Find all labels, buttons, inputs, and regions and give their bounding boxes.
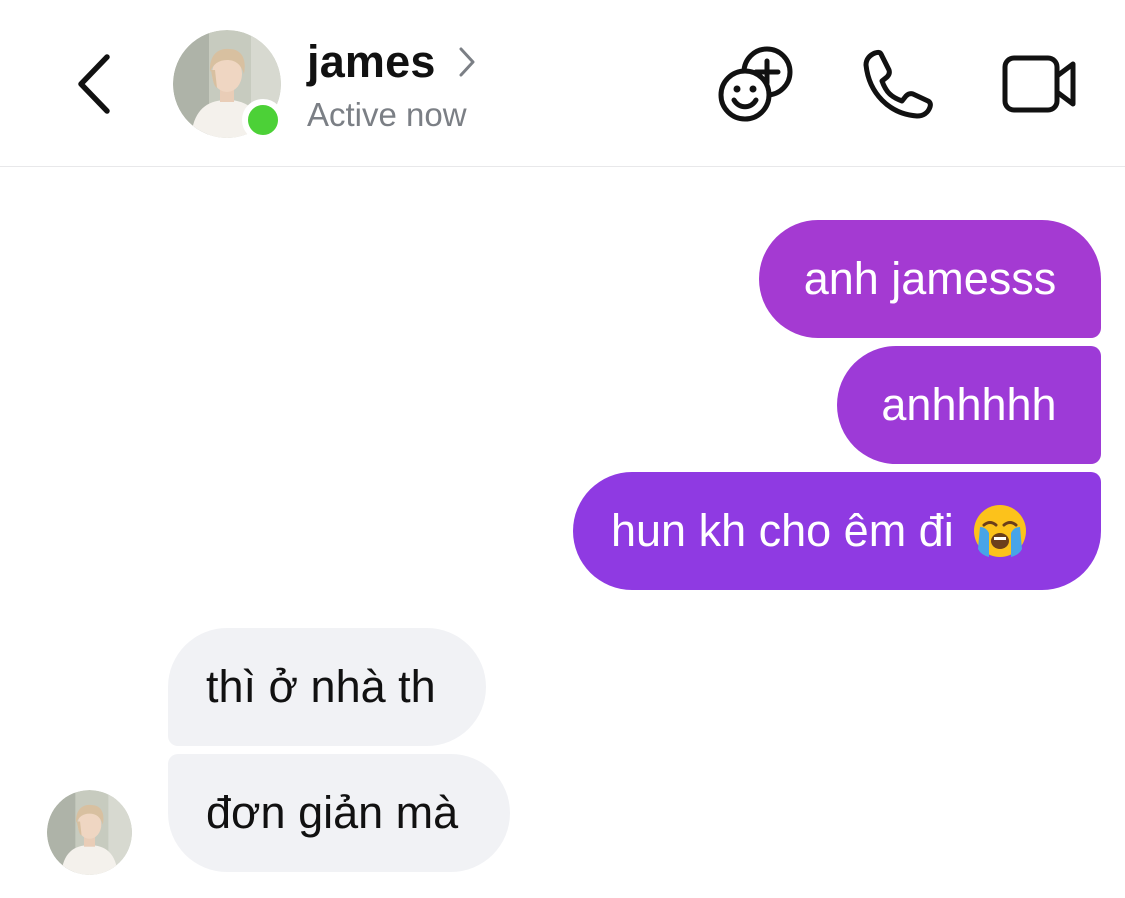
loudly-crying-face-emoji-icon — [972, 503, 1028, 559]
message-text: đơn giản mà — [206, 787, 459, 838]
message-text: anhhhhh — [881, 379, 1057, 430]
sent-message[interactable]: anh jamesss — [759, 220, 1101, 338]
video-camera-icon — [1002, 55, 1076, 113]
contact-name-row[interactable]: james — [307, 34, 476, 90]
sender-avatar[interactable] — [47, 790, 132, 875]
received-message[interactable]: đơn giản mà — [168, 754, 510, 872]
received-message[interactable]: thì ở nhà th — [168, 628, 486, 746]
conversation-title[interactable]: james Active now — [307, 34, 476, 134]
sent-message[interactable]: hun kh cho êm đi — [573, 472, 1101, 590]
message-text: anh jamesss — [803, 253, 1057, 304]
message-text: hun kh cho êm đi — [611, 505, 954, 556]
contact-name: james — [307, 36, 436, 87]
chevron-left-icon — [78, 54, 110, 114]
message-text: thì ở nhà th — [206, 661, 436, 712]
phone-icon — [863, 49, 933, 119]
contact-avatar[interactable] — [173, 30, 284, 141]
games-button[interactable] — [716, 44, 796, 124]
games-add-icon — [718, 46, 793, 122]
online-status-indicator — [242, 99, 284, 141]
chat-header: james Active now — [0, 0, 1125, 167]
sent-message[interactable]: anhhhhh — [837, 346, 1101, 464]
back-button[interactable] — [62, 46, 126, 122]
active-status: Active now — [307, 96, 467, 133]
audio-call-button[interactable] — [857, 44, 937, 124]
video-call-button[interactable] — [1000, 44, 1080, 124]
chevron-right-icon — [458, 46, 476, 78]
